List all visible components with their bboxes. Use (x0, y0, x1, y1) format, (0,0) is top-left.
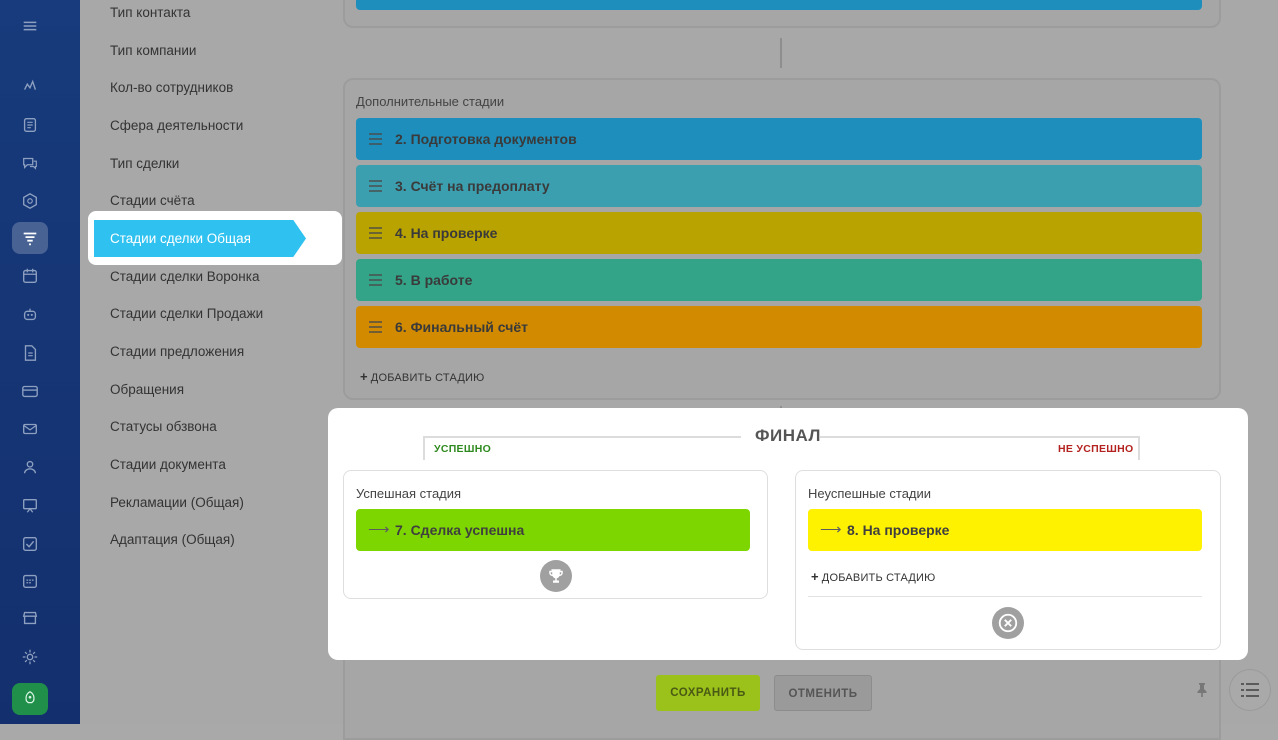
fail-stage-label: 8. На проверке (847, 522, 950, 538)
add-stage-label: ДОБАВИТЬ СТАДИЮ (821, 572, 936, 584)
stage-item[interactable]: 4. На проверке (356, 212, 1202, 254)
connector-line (780, 38, 782, 68)
stage-label: 3. Счёт на предоплату (395, 178, 550, 194)
settings-list-item[interactable]: Тип сделки (110, 154, 179, 174)
settings-list-item[interactable]: Рекламации (Общая) (110, 493, 244, 513)
stage-label: 4. На проверке (395, 225, 498, 241)
success-stage-panel: Успешная стадия ⟶ 7. Сделка успешна (343, 470, 768, 599)
settings-list-item[interactable]: Сфера деятельности (110, 116, 243, 136)
robot-icon[interactable] (12, 298, 48, 330)
fail-stages-panel: Неуспешные стадии ⟶ 8. На проверке + ДОБА… (795, 470, 1221, 650)
fail-panel-title: Неуспешные стадии (808, 486, 932, 501)
drag-handle-icon[interactable] (369, 274, 382, 286)
initial-stage-panel (343, 0, 1221, 28)
settings-list-item[interactable]: Стадии сделки Продажи (110, 304, 263, 324)
mail-icon[interactable] (12, 413, 48, 445)
stage-item[interactable]: 3. Счёт на предоплату (356, 165, 1202, 207)
save-button[interactable]: СОХРАНИТЬ (656, 675, 760, 711)
drag-handle-icon[interactable] (369, 227, 382, 239)
settings-list-item[interactable]: Стадии предложения (110, 342, 244, 362)
chat-icon[interactable] (12, 147, 48, 179)
presentation-icon[interactable] (12, 490, 48, 522)
success-stage[interactable]: ⟶ 7. Сделка успешна (356, 509, 750, 551)
arrow-right-icon: ⟶ (820, 521, 842, 538)
funnel-icon[interactable] (12, 222, 48, 254)
hexagon-icon[interactable] (12, 185, 48, 217)
menu-icon[interactable] (12, 10, 48, 42)
stage-label: 2. Подготовка документов (395, 131, 577, 147)
settings-list-item[interactable]: Адаптация (Общая) (110, 530, 235, 550)
fail-divider (808, 596, 1202, 597)
drag-handle-icon[interactable] (369, 180, 382, 192)
settings-list-item-active[interactable]: Стадии сделки Общая (94, 220, 306, 257)
stage-item[interactable]: 6. Финальный счёт (356, 306, 1202, 348)
stage-label: 6. Финальный счёт (395, 319, 528, 335)
settings-list-item[interactable]: Тип контакта (110, 3, 190, 23)
settings-list: Тип контакта Тип компании Кол-во сотрудник… (80, 0, 342, 724)
store-icon[interactable] (12, 602, 48, 634)
stage-label: 5. В работе (395, 272, 473, 288)
settings-list-item[interactable]: Кол-во сотрудников (110, 78, 233, 98)
settings-list-item[interactable]: Обращения (110, 380, 184, 400)
schedule-icon[interactable] (12, 565, 48, 597)
add-stage-button[interactable]: + ДОБАВИТЬ СТАДИЮ (360, 369, 484, 384)
tasks-icon[interactable] (12, 528, 48, 560)
success-panel-title: Успешная стадия (356, 486, 462, 501)
main-area: Тип контакта Тип компании Кол-во сотрудник… (80, 0, 1278, 740)
initial-stage-bar[interactable] (356, 0, 1202, 10)
list-icon (1241, 683, 1259, 697)
contacts-icon[interactable] (12, 451, 48, 483)
pin-icon[interactable] (1196, 683, 1208, 702)
fail-label: НЕ УСПЕШНО (1058, 443, 1134, 455)
success-label: УСПЕШНО (434, 443, 492, 455)
settings-list-item[interactable]: Стадии сделки Воронка (110, 267, 259, 287)
activity-icon[interactable] (12, 70, 48, 102)
fail-stage[interactable]: ⟶ 8. На проверке (808, 509, 1202, 551)
additional-stages-panel: Дополнительные стадии 2. Подготовка доку… (343, 78, 1221, 400)
settings-list-item[interactable]: Тип компании (110, 41, 196, 61)
drag-handle-icon[interactable] (369, 133, 382, 145)
success-stage-label: 7. Сделка успешна (395, 522, 525, 538)
close-circle-icon (992, 607, 1024, 639)
sidebar-icon-strip (12, 0, 48, 724)
final-stages-box: ФИНАЛ УСПЕШНО НЕ УСПЕШНО Успешная стадия… (328, 408, 1248, 660)
drag-handle-icon[interactable] (369, 321, 382, 333)
trophy-icon (540, 560, 572, 592)
file-icon[interactable] (12, 337, 48, 369)
add-stage-label: ДОБАВИТЬ СТАДИЮ (370, 372, 485, 384)
settings-list-item[interactable]: Статусы обзвона (110, 417, 217, 437)
add-fail-stage-button[interactable]: + ДОБАВИТЬ СТАДИЮ (811, 569, 935, 584)
settings-list-item[interactable]: Стадии документа (110, 455, 226, 475)
cancel-button[interactable]: ОТМЕНИТЬ (774, 675, 872, 711)
additional-stages-title: Дополнительные стадии (356, 94, 505, 109)
stage-item[interactable]: 5. В работе (356, 259, 1202, 301)
app-sidebar (0, 0, 80, 724)
stage-item[interactable]: 2. Подготовка документов (356, 118, 1202, 160)
settings-icon[interactable] (12, 641, 48, 673)
calendar-icon[interactable] (12, 260, 48, 292)
list-menu-button[interactable] (1230, 670, 1270, 710)
rocket-icon[interactable] (12, 683, 48, 715)
arrow-right-icon: ⟶ (368, 521, 390, 538)
settings-list-item[interactable]: Стадии счёта (110, 191, 195, 211)
card-icon[interactable] (12, 375, 48, 407)
document-icon[interactable] (12, 109, 48, 141)
